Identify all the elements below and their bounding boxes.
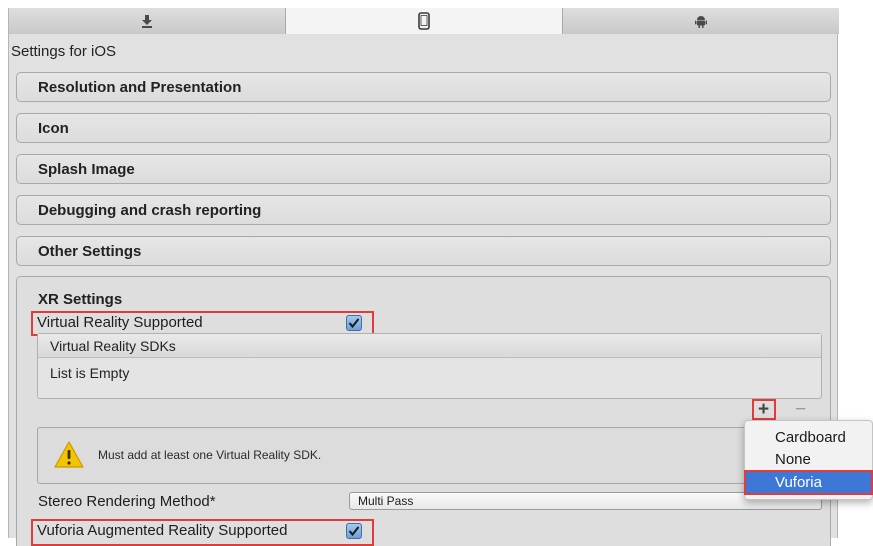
section-other-settings[interactable]: Other Settings (16, 236, 831, 266)
remove-sdk-button[interactable]: − (795, 400, 806, 419)
vuforia-supported-label: Vuforia Augmented Reality Supported (37, 522, 288, 539)
xr-settings-section: XR Settings Virtual Reality Supported Vi… (16, 276, 831, 546)
phone-icon (418, 12, 430, 30)
section-icon[interactable]: Icon (16, 113, 831, 143)
platform-tabs (9, 8, 839, 34)
tab-standalone[interactable] (9, 8, 286, 34)
add-sdk-button[interactable]: + (758, 400, 769, 419)
stereo-rendering-value: Multi Pass (358, 494, 414, 508)
tab-ios[interactable] (286, 8, 563, 34)
section-label: Debugging and crash reporting (38, 201, 262, 219)
vr-sdk-list-header: Virtual Reality SDKs (38, 334, 821, 358)
warning-message: Must add at least one Virtual Reality SD… (98, 448, 322, 462)
section-label: Resolution and Presentation (38, 78, 242, 96)
section-label: Splash Image (38, 160, 135, 178)
download-icon (142, 15, 152, 28)
settings-for-label: Settings for iOS (11, 43, 117, 60)
android-icon (695, 16, 707, 28)
menu-item-none[interactable]: None (745, 448, 872, 470)
vuforia-menu-highlight (744, 470, 873, 495)
tab-android[interactable] (563, 8, 839, 34)
section-debugging-and-crash-reporting[interactable]: Debugging and crash reporting (16, 195, 831, 225)
menu-item-cardboard[interactable]: Cardboard (745, 426, 872, 448)
section-splash-image[interactable]: Splash Image (16, 154, 831, 184)
sdk-popup-menu: Cardboard None Vuforia (744, 420, 873, 500)
vuforia-supported-checkbox[interactable] (346, 523, 362, 539)
xr-settings-title[interactable]: XR Settings (38, 291, 122, 308)
section-label: Icon (38, 119, 69, 137)
vr-supported-checkbox[interactable] (346, 315, 362, 331)
checkmark-icon (348, 526, 360, 537)
vr-sdk-list: Virtual Reality SDKs List is Empty (37, 333, 822, 399)
checkmark-icon (348, 318, 360, 329)
warning-box: Must add at least one Virtual Reality SD… (37, 427, 822, 484)
player-settings-panel: Settings for iOS Resolution and Presenta… (8, 8, 839, 546)
vr-sdk-list-empty-text: List is Empty (50, 365, 130, 381)
warning-icon (54, 441, 84, 468)
section-resolution-and-presentation[interactable]: Resolution and Presentation (16, 72, 831, 102)
section-label: Other Settings (38, 242, 142, 260)
stereo-rendering-label: Stereo Rendering Method* (38, 493, 216, 510)
vr-supported-label: Virtual Reality Supported (37, 314, 203, 331)
